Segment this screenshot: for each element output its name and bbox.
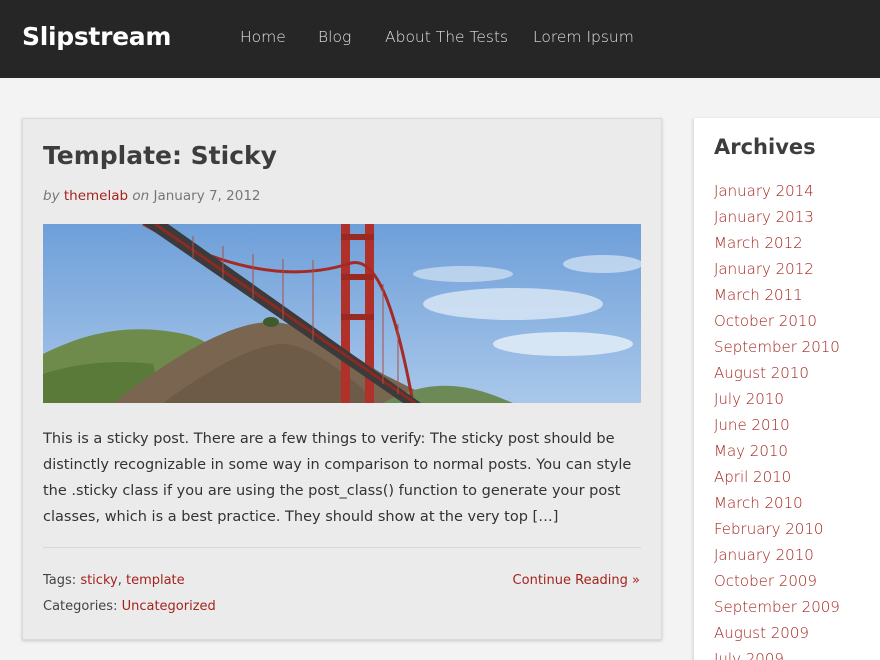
list-item: March 2012: [714, 232, 840, 258]
archive-link[interactable]: May 2010: [714, 442, 788, 460]
list-item: October 2010: [714, 310, 840, 336]
list-item: February 2010: [714, 518, 840, 544]
list-item: January 2013: [714, 206, 840, 232]
list-item: March 2010: [714, 492, 840, 518]
archive-link[interactable]: October 2009: [714, 572, 817, 590]
tag-link-template[interactable]: template: [126, 573, 185, 588]
tag-link-sticky[interactable]: sticky: [80, 573, 117, 588]
list-item: July 2010: [714, 388, 840, 414]
list-item: May 2010: [714, 440, 840, 466]
post-excerpt: This is a sticky post. There are a few t…: [43, 431, 632, 525]
author-link[interactable]: themelab: [64, 188, 128, 204]
categories-label: Categories:: [43, 599, 118, 614]
archive-link[interactable]: April 2010: [714, 468, 791, 486]
archive-link[interactable]: July 2010: [714, 390, 784, 408]
archive-link[interactable]: February 2010: [714, 520, 823, 538]
archives-list: January 2014 January 2013 March 2012 Jan…: [714, 180, 840, 660]
featured-image[interactable]: [43, 224, 641, 403]
archive-link[interactable]: September 2010: [714, 338, 840, 356]
archive-link[interactable]: March 2010: [714, 494, 803, 512]
nav-home[interactable]: Home: [240, 28, 286, 46]
post-tags: Tags: sticky, template: [43, 573, 185, 588]
category-link[interactable]: Uncategorized: [122, 599, 216, 614]
archive-link[interactable]: January 2010: [714, 546, 814, 564]
list-item: April 2010: [714, 466, 840, 492]
post-title[interactable]: Template: Sticky: [43, 141, 277, 170]
list-item: January 2014: [714, 180, 840, 206]
sidebar: Archives January 2014 January 2013 March…: [693, 118, 880, 660]
archive-link[interactable]: January 2014: [714, 182, 814, 200]
list-item: September 2009: [714, 596, 840, 622]
list-item: September 2010: [714, 336, 840, 362]
archive-link[interactable]: March 2012: [714, 234, 803, 252]
archive-link[interactable]: August 2009: [714, 624, 809, 642]
archive-link[interactable]: July 2009: [714, 650, 784, 660]
nav-about-the-tests[interactable]: About The Tests: [385, 28, 508, 46]
archive-link[interactable]: October 2010: [714, 312, 817, 330]
archives-title: Archives: [714, 135, 816, 159]
meta-by: by: [43, 188, 60, 204]
post-date: January 7, 2012: [153, 188, 261, 204]
site-title[interactable]: Slipstream: [22, 22, 171, 51]
list-item: October 2009: [714, 570, 840, 596]
archive-link[interactable]: January 2012: [714, 260, 814, 278]
list-item: March 2011: [714, 284, 840, 310]
bridge-image: [43, 224, 641, 403]
post-divider: [43, 547, 641, 548]
sticky-post: Template: Sticky by themelab on January …: [22, 118, 662, 640]
list-item: January 2012: [714, 258, 840, 284]
list-item: July 2009: [714, 648, 840, 660]
list-item: January 2010: [714, 544, 840, 570]
list-item: June 2010: [714, 414, 840, 440]
nav-lorem-ipsum[interactable]: Lorem Ipsum: [533, 28, 634, 46]
post-meta: by themelab on January 7, 2012: [43, 188, 261, 204]
list-item: August 2010: [714, 362, 840, 388]
continue-reading-link[interactable]: Continue Reading »: [513, 573, 640, 588]
archive-link[interactable]: August 2010: [714, 364, 809, 382]
tags-label: Tags:: [43, 573, 77, 588]
nav-blog[interactable]: Blog: [318, 28, 351, 46]
archive-link[interactable]: January 2013: [714, 208, 814, 226]
archive-link[interactable]: March 2011: [714, 286, 803, 304]
meta-on: on: [132, 188, 150, 204]
archive-link[interactable]: September 2009: [714, 598, 840, 616]
archive-link[interactable]: June 2010: [714, 416, 790, 434]
site-header: Slipstream Home Blog About The Tests Lor…: [0, 0, 880, 78]
post-categories: Categories: Uncategorized: [43, 599, 216, 614]
list-item: August 2009: [714, 622, 840, 648]
